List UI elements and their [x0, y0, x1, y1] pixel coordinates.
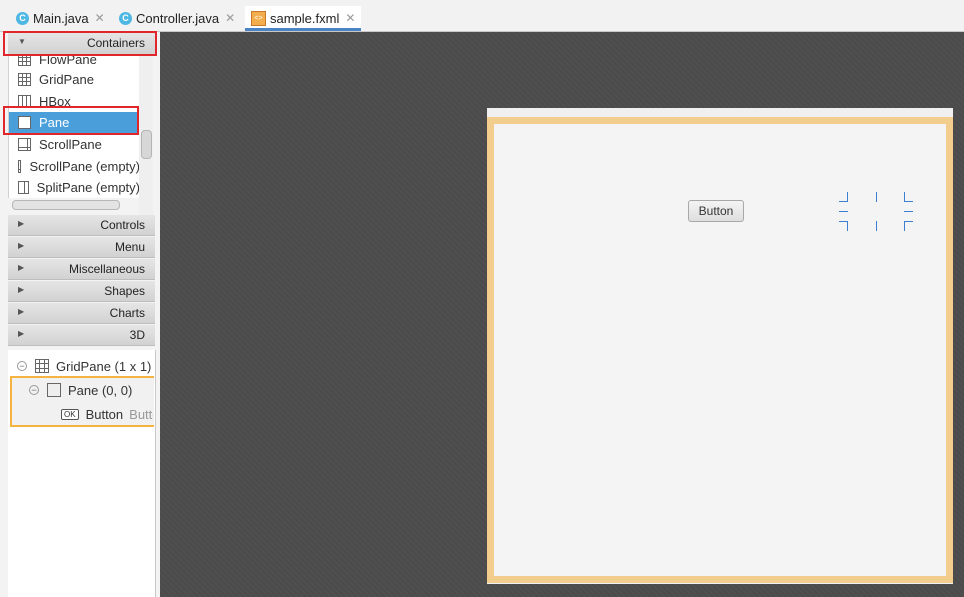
section-label: Miscellaneous: [68, 262, 145, 276]
pane-icon: [47, 383, 61, 397]
ok-button-icon: OK: [61, 408, 79, 420]
hierarchy-label: GridPane (1 x 1): [56, 358, 152, 374]
containers-highlight-box: [3, 31, 157, 56]
tab-controller-java[interactable]: C Controller.java ✕: [119, 6, 235, 30]
section-charts-header[interactable]: ▶ Charts: [8, 303, 155, 324]
tab-main-java[interactable]: C Main.java ✕: [16, 6, 105, 30]
section-controls-header[interactable]: ▶ Controls: [8, 215, 155, 236]
flowpane-icon: [18, 55, 31, 66]
item-label: FlowPane: [39, 55, 97, 67]
item-label: ScrollPane: [39, 137, 102, 152]
horizontal-scrollbar-thumb[interactable]: [12, 200, 120, 210]
collapsed-arrow-icon: ▶: [18, 329, 25, 338]
section-miscellaneous-header[interactable]: ▶ Miscellaneous: [8, 259, 155, 280]
library-item-gridpane[interactable]: GridPane: [9, 69, 140, 90]
section-label: 3D: [129, 328, 145, 342]
stage-container: [487, 108, 953, 584]
hierarchy-item-pane[interactable]: − Pane (0, 0): [29, 379, 153, 401]
tab-label: Main.java: [33, 10, 89, 26]
hierarchy-item-button[interactable]: OK Button Button: [61, 403, 153, 425]
section-label: Controls: [100, 218, 145, 232]
handle-bottom-center[interactable]: [876, 221, 877, 231]
tab-label: sample.fxml: [270, 10, 340, 26]
library-item-scrollpane-empty[interactable]: ScrollPane (empty): [9, 156, 140, 177]
section-3d-header[interactable]: ▶ 3D: [8, 325, 155, 346]
item-label: GridPane: [39, 72, 94, 87]
library-item-splitpane-empty[interactable]: SplitPane (empty): [9, 177, 140, 198]
handle-top-right-v[interactable]: [904, 192, 905, 202]
splitpane-icon: [18, 181, 29, 194]
java-class-icon: C: [16, 11, 29, 25]
handle-top-right-h[interactable]: [904, 201, 913, 202]
close-icon[interactable]: ✕: [95, 11, 105, 25]
design-canvas[interactable]: [160, 32, 964, 597]
hierarchy-label: Button: [85, 406, 124, 422]
vertical-scrollbar-thumb[interactable]: [141, 130, 152, 159]
collapsed-arrow-icon: ▶: [18, 263, 25, 272]
pane-highlight-box: [3, 106, 139, 135]
collapsed-arrow-icon: ▶: [18, 219, 25, 228]
library-item-scrollpane[interactable]: ScrollPane: [9, 134, 140, 155]
collapsed-arrow-icon: ▶: [18, 307, 25, 316]
section-label: Shapes: [104, 284, 145, 298]
close-icon[interactable]: ✕: [225, 11, 235, 25]
section-shapes-header[interactable]: ▶ Shapes: [8, 281, 155, 302]
tab-sample-fxml[interactable]: <> sample.fxml ✕: [245, 6, 361, 31]
handle-middle-right[interactable]: [904, 211, 913, 212]
collapsed-arrow-icon: ▶: [18, 241, 25, 250]
section-menu-header[interactable]: ▶ Menu: [8, 237, 155, 258]
canvas-button[interactable]: Button: [688, 200, 744, 222]
close-icon[interactable]: ✕: [345, 11, 355, 25]
handle-top-center[interactable]: [876, 192, 877, 202]
library-item-flowpane[interactable]: FlowPane: [9, 55, 140, 70]
collapse-icon[interactable]: −: [29, 385, 39, 395]
handle-bottom-left-v[interactable]: [847, 221, 848, 231]
hierarchy-label: Pane (0, 0): [68, 382, 133, 398]
fxml-file-icon: <>: [251, 10, 266, 26]
item-label: ScrollPane (empty): [29, 159, 140, 174]
handle-middle-left[interactable]: [839, 211, 848, 212]
handle-bottom-right-h[interactable]: [904, 221, 913, 222]
item-label: SplitPane (empty): [36, 180, 140, 195]
java-class-icon: C: [119, 11, 132, 25]
section-label: Menu: [114, 240, 145, 254]
gridpane-icon: [18, 73, 31, 86]
scrollpane-icon: [18, 160, 22, 173]
hierarchy-item-gridpane[interactable]: − GridPane (1 x 1): [17, 355, 154, 377]
collapse-icon[interactable]: −: [17, 361, 27, 371]
pane-stage[interactable]: [487, 117, 953, 583]
tab-label: Controller.java: [136, 10, 220, 26]
handle-top-left-v[interactable]: [847, 192, 848, 202]
handle-bottom-right-v[interactable]: [904, 221, 905, 231]
collapsed-arrow-icon: ▶: [18, 285, 25, 294]
editor-tab-bar: C Main.java ✕ C Controller.java ✕ <> sam…: [0, 0, 964, 32]
section-label: Charts: [109, 306, 145, 320]
scrollpane-icon: [18, 138, 31, 151]
gridpane-icon: [35, 359, 49, 373]
hierarchy-secondary-label: Button: [129, 406, 153, 422]
